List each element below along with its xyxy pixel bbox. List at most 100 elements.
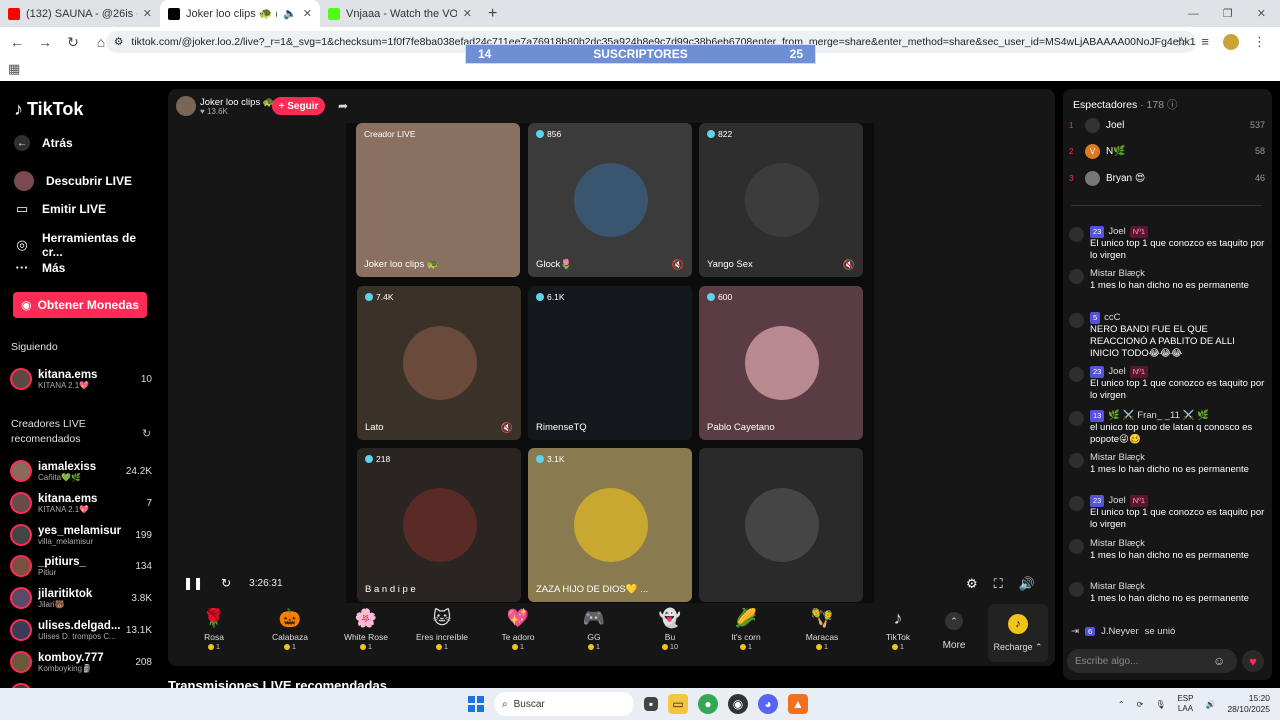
new-tab-button[interactable]: + xyxy=(480,5,505,23)
pause-icon[interactable]: ❚❚ xyxy=(183,576,203,590)
gift-item[interactable]: 🐱 Eres increíble 1 xyxy=(404,604,480,664)
gift-item[interactable]: 🌸 White Rose 1 xyxy=(328,604,404,664)
nav-go-live[interactable]: ▭ Emitir LIVE xyxy=(14,201,106,217)
close-tab-icon[interactable]: ✕ xyxy=(303,7,312,20)
info-icon[interactable]: ⓘ xyxy=(1167,99,1178,111)
chat-message[interactable]: 23 Joel Nº1 El unico top 1 que conozco es t… xyxy=(1069,495,1265,531)
fullscreen-icon[interactable]: ⛶ xyxy=(994,576,1003,592)
chat-message[interactable]: Mistar Blæçk 1 mes lo han dicho no es per… xyxy=(1069,538,1265,562)
nav-discover-live[interactable]: Descubrir LIVE xyxy=(14,171,132,191)
discord-icon[interactable]: ◕ xyxy=(758,694,778,714)
guest-tile[interactable]: Creador LIVE Joker loo clips 🐢 xyxy=(356,123,520,277)
mic-icon[interactable]: 🎙 xyxy=(1155,700,1165,709)
clock[interactable]: 15:20 28/10/2025 xyxy=(1227,693,1270,715)
chat-message[interactable]: 23 Joel Nº1 El unico top 1 que conozco es t… xyxy=(1069,226,1265,262)
taskbar-search[interactable]: ⌕ Buscar xyxy=(494,692,634,716)
browser-menu-icon[interactable]: ⋮ xyxy=(1253,34,1266,50)
chat-username[interactable]: Joel xyxy=(1108,366,1125,378)
reload-icon[interactable]: ↻ xyxy=(66,34,80,51)
chat-message[interactable]: Mistar Blæçk 1 mes lo han dicho no es per… xyxy=(1069,452,1265,476)
gift-item[interactable]: 🪇 Maracas 1 xyxy=(784,604,860,664)
gift-item[interactable]: 💖 Te adoro 1 xyxy=(480,604,556,664)
volume-icon[interactable]: 🔊 xyxy=(1019,576,1035,592)
chat-username[interactable]: ccC xyxy=(1104,312,1120,324)
recommended-creator[interactable]: iamalexiss Cañita💚🌿 24.2K xyxy=(10,457,152,485)
following-creator[interactable]: kitana.ems KITANA 2.1💖 10 xyxy=(10,365,152,393)
task-view-icon[interactable]: ▪ xyxy=(644,697,658,711)
gift-item[interactable]: 🎃 Calabaza 1 xyxy=(252,604,328,664)
tiktok-logo[interactable]: ♪ TikTok xyxy=(14,99,83,120)
chat-username[interactable]: Mistar Blæçk xyxy=(1090,581,1145,593)
heart-icon[interactable]: ♥ xyxy=(1242,650,1264,672)
viewers-title[interactable]: Espectadores · 178 ⓘ xyxy=(1073,97,1178,112)
get-coins-button[interactable]: ◉ Obtener Monedas xyxy=(13,292,147,318)
language-indicator[interactable]: ESP LAA xyxy=(1177,694,1193,714)
windows-start-icon[interactable] xyxy=(468,696,484,712)
chat-message[interactable]: 5 ccC NERO BANDI FUE EL QUE REACCIONÓ A PA… xyxy=(1069,312,1265,360)
restore-icon[interactable]: ❐ xyxy=(1223,7,1233,20)
recommended-creator[interactable]: yes_melamisur villa_melamisur 199 xyxy=(10,521,152,549)
app-icon[interactable]: ▲ xyxy=(788,694,808,714)
chat-message[interactable]: Mistar Blæçk 1 mes lo han dicho no es per… xyxy=(1069,268,1265,292)
share-icon[interactable]: ➦ xyxy=(338,99,348,113)
recommended-creator[interactable]: kitana.ems KITANA 2.1💖 7 xyxy=(10,489,152,517)
nav-creator-tools[interactable]: ◎ Herramientas de cr... xyxy=(14,231,160,259)
chat-username[interactable]: Joel xyxy=(1108,226,1125,238)
speaker-icon[interactable]: 🔈 xyxy=(283,7,297,20)
viewer-row[interactable]: 2 V N🌿 58 xyxy=(1069,142,1265,160)
chat-username[interactable]: Joel xyxy=(1108,495,1125,507)
guest-tile[interactable]: 218 B a n d i p e xyxy=(357,448,521,602)
host-avatar[interactable] xyxy=(176,96,196,116)
browser-tab-kick[interactable]: Vnjaaa - Watch the VOD on Kick ✕ xyxy=(320,0,480,27)
close-tab-icon[interactable]: ✕ xyxy=(463,7,472,20)
recommended-creator[interactable]: _pitiurs_ Pitiur 134 xyxy=(10,552,152,580)
tray-chevron-icon[interactable]: ⌃ xyxy=(1118,700,1125,709)
chat-input[interactable]: Escribe algo... xyxy=(1067,649,1237,673)
guest-tile[interactable]: 7.4K Lato 🔇 xyxy=(357,286,521,440)
bookmark-star-icon[interactable]: ☆ xyxy=(1176,34,1188,50)
emoji-icon[interactable]: ☺ xyxy=(1213,654,1225,668)
obs-icon[interactable]: ◉ xyxy=(728,694,748,714)
guest-tile[interactable]: 822 Yango Sex 🔇 xyxy=(699,123,863,277)
site-info-icon[interactable]: ⚙ xyxy=(114,36,123,48)
volume-tray-icon[interactable]: 🔊 xyxy=(1205,700,1215,709)
settings-gear-icon[interactable]: ⚙ xyxy=(966,576,978,592)
more-gifts-button[interactable]: ⌃ More xyxy=(938,612,970,651)
file-explorer-icon[interactable]: ▭ xyxy=(668,694,688,714)
refresh-stream-icon[interactable]: ↻ xyxy=(221,576,231,590)
recommended-creator[interactable]: ulises.delgad... Ulises D. trompos C... 13… xyxy=(10,616,152,644)
viewer-row[interactable]: 1 Joel 537 xyxy=(1069,116,1265,134)
chat-username[interactable]: 🌿 ⚔️ Fran_ _11 ⚔️ 🌿 xyxy=(1108,410,1208,422)
recommended-creator[interactable]: komboy.777 Komboyking🗿 208 xyxy=(10,648,152,676)
minimize-icon[interactable]: — xyxy=(1188,8,1199,20)
guest-tile[interactable]: 6.1K RimenseTQ xyxy=(528,286,692,440)
gift-item[interactable]: ♪ TikTok 1 xyxy=(860,604,936,664)
chrome-icon[interactable]: ● xyxy=(698,694,718,714)
guest-tile[interactable] xyxy=(699,448,863,602)
viewer-row[interactable]: 3 Bryan 😍 46 xyxy=(1069,169,1265,187)
guest-tile[interactable]: 3.1K ZAZA HIJO DE DIOS💛 ... xyxy=(528,448,692,602)
nav-more[interactable]: ··· Más xyxy=(14,260,66,275)
browser-tab-youtube[interactable]: (132) SAUNA - @26is - YouTube ✕ xyxy=(0,0,160,27)
forward-icon[interactable]: → xyxy=(38,34,52,50)
browser-tab-tiktok[interactable]: Joker loo clips 🐢 (@joker.l 🔈 ✕ xyxy=(160,0,320,27)
profile-avatar[interactable] xyxy=(1223,34,1239,50)
back-icon[interactable]: ← xyxy=(10,34,24,50)
close-window-icon[interactable]: ✕ xyxy=(1257,7,1266,20)
media-controls-icon[interactable]: ≡ xyxy=(1201,34,1209,50)
apps-grid-icon[interactable]: ▦ xyxy=(8,61,20,77)
close-tab-icon[interactable]: ✕ xyxy=(143,7,152,20)
guest-tile[interactable]: 600 Pablo Cayetano xyxy=(699,286,863,440)
gift-item[interactable]: 🌽 It's corn 1 xyxy=(708,604,784,664)
refresh-icon[interactable]: ↻ xyxy=(142,427,151,440)
chat-message[interactable]: 23 Joel Nº1 El unico top 1 que conozco es t… xyxy=(1069,366,1265,402)
gift-item[interactable]: 🎮 GG 1 xyxy=(556,604,632,664)
sync-icon[interactable]: ⟳ xyxy=(1137,700,1144,709)
recharge-button[interactable]: ♪ Recharge ⌃ xyxy=(988,604,1048,662)
follow-button[interactable]: + Seguir xyxy=(272,97,325,115)
chat-message[interactable]: 13 🌿 ⚔️ Fran_ _11 ⚔️ 🌿 el unico top uno de… xyxy=(1069,410,1265,446)
chat-username[interactable]: Mistar Blæçk xyxy=(1090,452,1145,464)
chat-username[interactable]: Mistar Blæçk xyxy=(1090,538,1145,550)
chat-message[interactable]: Mistar Blæçk 1 mes lo han dicho no es per… xyxy=(1069,581,1265,605)
gift-item[interactable]: 🌹 Rosa 1 xyxy=(176,604,252,664)
